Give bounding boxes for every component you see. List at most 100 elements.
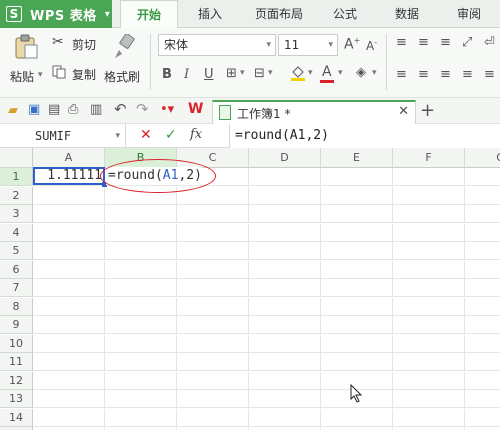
cell-c7[interactable]	[177, 279, 249, 297]
column-header-a[interactable]: A	[33, 148, 105, 168]
cell-e5[interactable]	[321, 242, 393, 260]
cell-d11[interactable]	[249, 353, 321, 371]
cell-e2[interactable]	[321, 186, 393, 205]
open-folder-icon[interactable]: ▰	[8, 104, 18, 117]
cell-b7[interactable]	[105, 279, 177, 297]
cell-e10[interactable]	[321, 334, 393, 353]
clear-format-icon[interactable]: ◈	[356, 66, 366, 79]
cell-b14[interactable]	[105, 408, 177, 427]
cell-d2[interactable]	[249, 186, 321, 205]
row-header-5[interactable]: 5	[0, 242, 33, 260]
cell-b3[interactable]	[105, 205, 177, 223]
tab-home[interactable]: 开始	[120, 0, 178, 29]
cell-c3[interactable]	[177, 205, 249, 223]
cell-a9[interactable]	[33, 316, 105, 334]
cell-a14[interactable]	[33, 408, 105, 427]
cell-g6[interactable]	[465, 261, 500, 279]
decrease-font-icon[interactable]: A-	[366, 39, 377, 53]
italic-icon[interactable]: I	[184, 68, 189, 81]
chevron-down-icon[interactable]: ▾	[268, 69, 273, 78]
chevron-down-icon[interactable]: ▾	[240, 69, 245, 78]
tab-data[interactable]: 数据	[384, 0, 430, 28]
cell-a5[interactable]	[33, 242, 105, 260]
cell-b10[interactable]	[105, 334, 177, 353]
cell-d9[interactable]	[249, 316, 321, 334]
cell-c9[interactable]	[177, 316, 249, 334]
close-icon[interactable]: ✕	[398, 104, 409, 119]
column-header-e[interactable]: E	[321, 148, 393, 168]
insert-function-icon[interactable]: fx	[190, 127, 202, 142]
name-box[interactable]: SUMIF ▾	[0, 124, 126, 148]
cell-b9[interactable]	[105, 316, 177, 334]
fill-color-icon[interactable]	[290, 64, 306, 82]
cell-f14[interactable]	[393, 408, 465, 427]
cell-c5[interactable]	[177, 242, 249, 260]
font-color-icon[interactable]: A	[322, 65, 332, 79]
cell-d14[interactable]	[249, 408, 321, 427]
font-size-select[interactable]: 11 ▾	[278, 34, 338, 56]
row-header-1[interactable]: 1	[0, 168, 33, 186]
cell-d13[interactable]	[249, 390, 321, 408]
new-tab-plus-icon[interactable]: +	[420, 100, 435, 121]
cell-g9[interactable]	[465, 316, 500, 334]
cell-d10[interactable]	[249, 334, 321, 353]
row-header-10[interactable]: 10	[0, 334, 33, 353]
cell-g12[interactable]	[465, 372, 500, 390]
cell-a10[interactable]	[33, 334, 105, 353]
align-top-icon[interactable]: ≡	[396, 36, 407, 49]
cell-f11[interactable]	[393, 353, 465, 371]
cell-g10[interactable]	[465, 335, 500, 353]
cell-b2[interactable]	[105, 186, 177, 205]
cell-e9[interactable]	[321, 316, 393, 334]
cell-e1[interactable]	[321, 168, 393, 186]
row-header-9[interactable]: 9	[0, 316, 33, 334]
cell-b6[interactable]	[105, 260, 177, 279]
row-header-12[interactable]: 12	[0, 371, 33, 390]
cell-g8[interactable]	[465, 298, 500, 316]
tab-review[interactable]: 审阅	[446, 0, 492, 28]
cell-e14[interactable]	[321, 408, 393, 427]
cell-c4[interactable]	[177, 223, 249, 242]
borders-icon[interactable]: ⊞	[226, 67, 237, 80]
cell-d8[interactable]	[249, 297, 321, 316]
align-center-icon[interactable]: ≡	[418, 68, 429, 81]
cell-c2[interactable]	[177, 186, 249, 205]
cell-d6[interactable]	[249, 260, 321, 279]
cell-a3[interactable]	[33, 205, 105, 223]
paste-button[interactable]: 粘贴 ▾	[8, 32, 44, 90]
cell-b8[interactable]	[105, 297, 177, 316]
save-icon[interactable]: ▣	[28, 103, 40, 116]
cell-d3[interactable]	[249, 205, 321, 223]
cell-g2[interactable]	[465, 187, 500, 205]
undo-icon[interactable]: ↶	[114, 102, 127, 117]
cell-a12[interactable]	[33, 371, 105, 390]
cell-f3[interactable]	[393, 205, 465, 223]
cell-f7[interactable]	[393, 279, 465, 297]
chevron-down-icon[interactable]: ▾	[372, 69, 377, 78]
tab-formulas[interactable]: 公式	[322, 0, 368, 28]
cell-e8[interactable]	[321, 297, 393, 316]
cell-d1[interactable]	[249, 168, 321, 186]
formula-input[interactable]: =round(A1,2)	[229, 124, 500, 148]
cell-b1-editor[interactable]: =round(A1,2)	[106, 167, 202, 185]
cell-g14[interactable]	[465, 409, 500, 427]
cell-c13[interactable]	[177, 390, 249, 408]
tab-insert[interactable]: 插入	[186, 0, 234, 28]
confirm-formula-icon[interactable]: ✓	[165, 127, 177, 143]
cell-f1[interactable]	[393, 168, 465, 186]
export-pdf-icon[interactable]: ▤	[48, 103, 60, 116]
wrap-text-icon[interactable]: ⏎	[484, 36, 495, 49]
cell-a8[interactable]	[33, 297, 105, 316]
cell-e7[interactable]	[321, 279, 393, 297]
cell-f5[interactable]	[393, 242, 465, 260]
cell-c11[interactable]	[177, 353, 249, 371]
row-header-3[interactable]: 3	[0, 205, 33, 223]
cell-a1[interactable]: 1.11111	[33, 167, 105, 185]
cell-g3[interactable]	[465, 205, 500, 223]
column-header-g[interactable]: G	[465, 148, 500, 168]
column-header-f[interactable]: F	[393, 148, 465, 168]
select-all-corner[interactable]	[0, 148, 33, 168]
cell-f2[interactable]	[393, 186, 465, 205]
cell-a6[interactable]	[33, 260, 105, 279]
cell-g4[interactable]	[465, 224, 500, 242]
